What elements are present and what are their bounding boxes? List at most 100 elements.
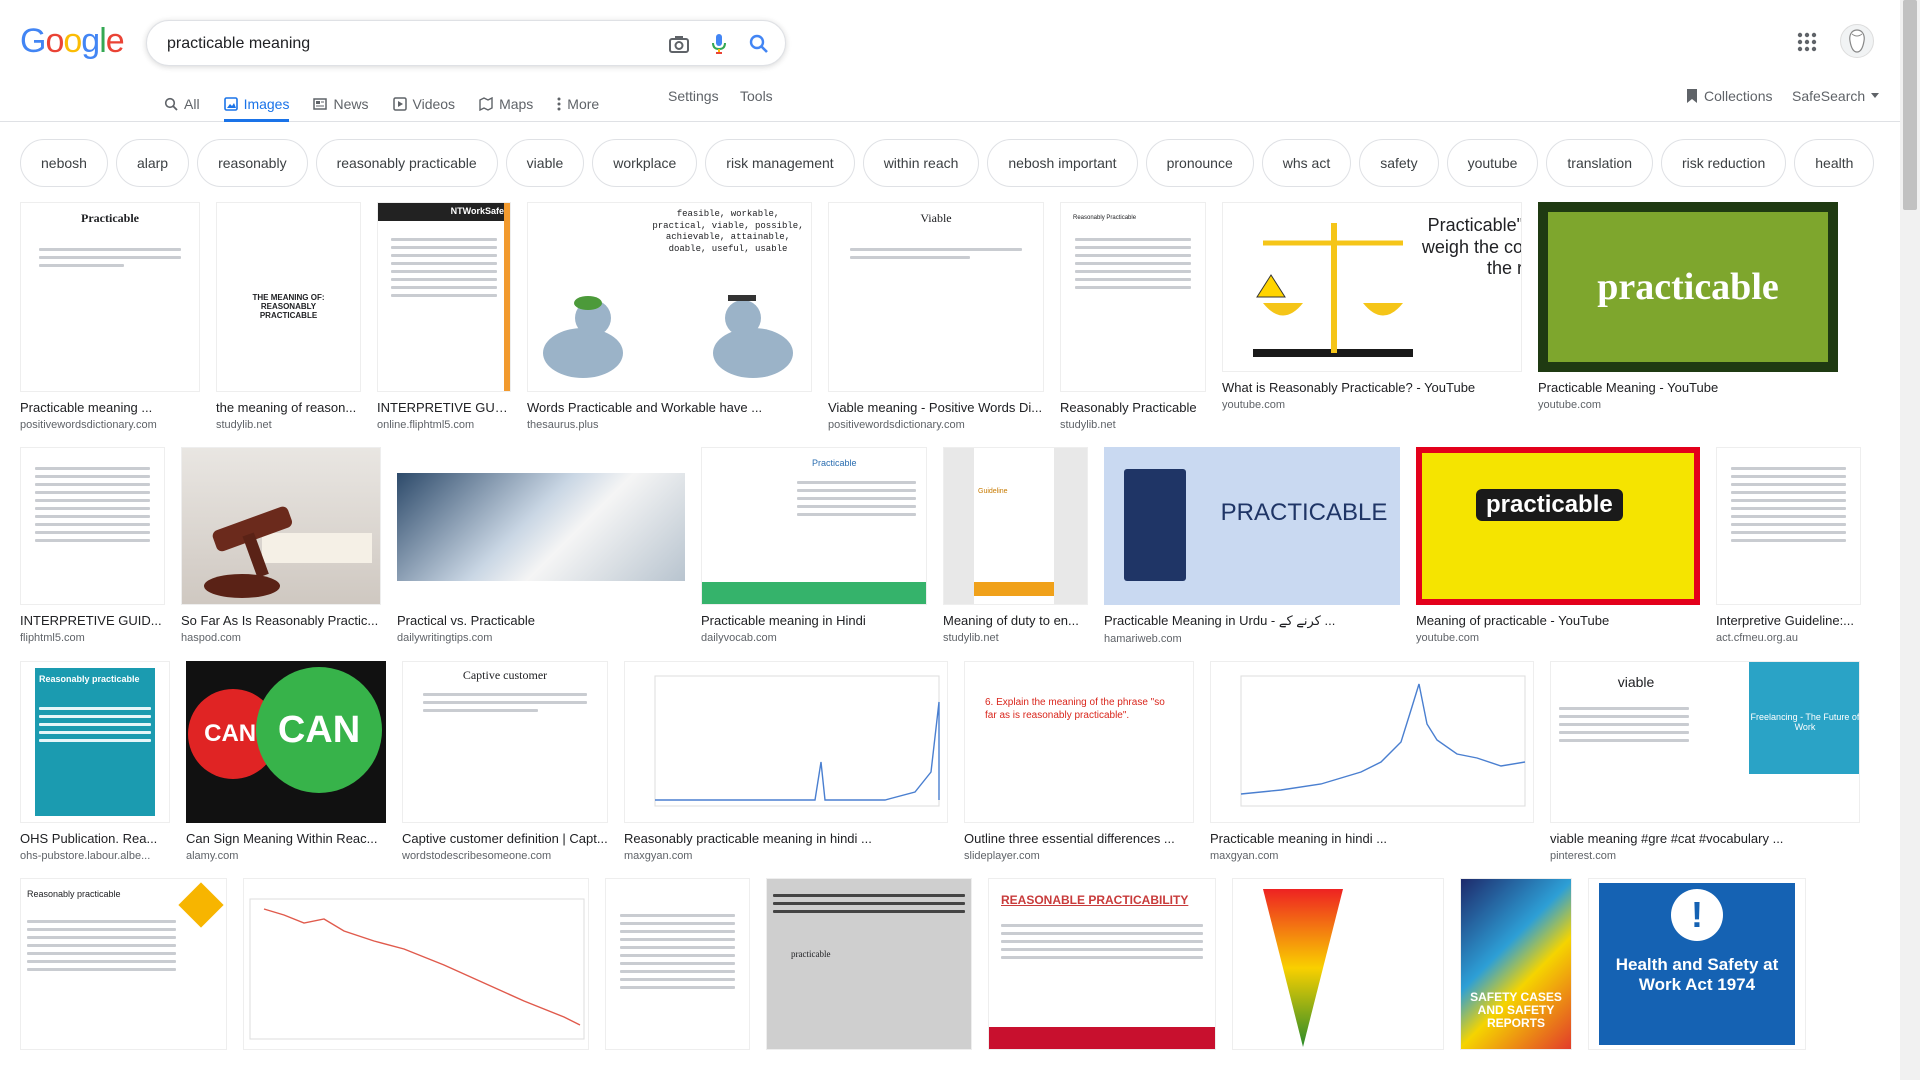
chip[interactable]: translation xyxy=(1546,139,1653,187)
tab-videos[interactable]: Videos xyxy=(392,88,455,120)
image-result[interactable]: viable Freelancing - The Future of Work … xyxy=(1550,661,1860,862)
chip[interactable]: nebosh important xyxy=(987,139,1138,187)
image-result[interactable]: Viable Viable meaning - Positive Words D… xyxy=(828,202,1044,431)
result-source[interactable]: youtube.com xyxy=(1538,399,1838,411)
result-thumbnail[interactable] xyxy=(605,878,750,1050)
image-result[interactable]: REASONABLE PRACTICABILITY xyxy=(988,878,1216,1050)
image-result[interactable]: Practicable Practicable meaning in Hindi… xyxy=(701,447,927,644)
result-thumbnail[interactable] xyxy=(1716,447,1861,605)
chip[interactable]: risk reduction xyxy=(1661,139,1787,187)
image-result[interactable]: practicable Practicable Meaning - YouTub… xyxy=(1538,202,1838,411)
chip[interactable]: reasonably practicable xyxy=(315,139,498,187)
chip[interactable]: reasonably xyxy=(197,139,308,187)
result-caption[interactable]: Practicable Meaning in Urdu - کرنے کے ..… xyxy=(1104,613,1400,629)
collections-link[interactable]: Collections xyxy=(1686,88,1772,104)
result-thumbnail[interactable]: feasible, workable, practical, viable, p… xyxy=(527,202,812,392)
image-result[interactable]: NTWorkSafe INTERPRETIVE GUID... online.f… xyxy=(377,202,511,431)
result-source[interactable]: studylib.net xyxy=(1060,419,1206,431)
chip[interactable]: whs act xyxy=(1261,139,1352,187)
result-caption[interactable]: the meaning of reason... xyxy=(216,400,361,415)
result-caption[interactable]: Outline three essential differences ... xyxy=(964,831,1194,846)
result-thumbnail[interactable]: Practicable xyxy=(20,202,200,392)
result-caption[interactable]: viable meaning #gre #cat #vocabulary ... xyxy=(1550,831,1860,846)
image-result[interactable]: Practical vs. Practicable dailywritingti… xyxy=(397,447,685,644)
result-source[interactable]: ohs-pubstore.labour.albe... xyxy=(20,850,170,862)
chip[interactable]: alarp xyxy=(115,139,190,187)
tab-images[interactable]: Images xyxy=(223,88,290,122)
result-thumbnail[interactable]: Guideline xyxy=(943,447,1088,605)
image-result[interactable]: Interpretive Guideline:... act.cfmeu.org… xyxy=(1716,447,1861,644)
tools-link[interactable]: Tools xyxy=(740,88,773,104)
image-result[interactable] xyxy=(605,878,750,1050)
result-caption[interactable]: Interpretive Guideline:... xyxy=(1716,613,1861,628)
result-caption[interactable]: Meaning of duty to en... xyxy=(943,613,1088,628)
result-caption[interactable]: Practicable meaning in Hindi xyxy=(701,613,927,628)
settings-link[interactable]: Settings xyxy=(668,88,719,104)
avatar[interactable] xyxy=(1840,24,1874,58)
result-source[interactable]: positivewordsdictionary.com xyxy=(20,419,200,431)
result-source[interactable]: youtube.com xyxy=(1416,632,1700,644)
result-thumbnail[interactable] xyxy=(397,447,685,605)
search-icon[interactable] xyxy=(747,32,771,56)
chip[interactable]: within reach xyxy=(862,139,980,187)
result-caption[interactable]: Practicable meaning ... xyxy=(20,400,200,415)
result-caption[interactable]: Practicable Meaning - YouTube xyxy=(1538,380,1838,395)
result-caption[interactable]: Words Practicable and Workable have ... xyxy=(527,400,812,415)
result-source[interactable]: dailyvocab.com xyxy=(701,632,927,644)
image-result[interactable]: Captive customer Captive customer defini… xyxy=(402,661,608,862)
result-caption[interactable]: Reasonably practicable meaning in hindi … xyxy=(624,831,948,846)
result-thumbnail[interactable]: Captive customer xyxy=(402,661,608,823)
result-thumbnail[interactable]: REASONABLE PRACTICABILITY xyxy=(988,878,1216,1050)
result-thumbnail[interactable]: NTWorkSafe xyxy=(377,202,511,392)
safesearch-dropdown[interactable]: SafeSearch xyxy=(1792,88,1880,104)
result-caption[interactable]: What is Reasonably Practicable? - YouTub… xyxy=(1222,380,1522,395)
result-caption[interactable]: Viable meaning - Positive Words Di... xyxy=(828,400,1044,415)
result-source[interactable]: online.fliphtml5.com xyxy=(377,419,511,431)
result-caption[interactable]: OHS Publication. Rea... xyxy=(20,831,170,846)
result-thumbnail[interactable] xyxy=(243,878,589,1050)
image-result[interactable]: THE MEANING OF: REASONABLY PRACTICABLE t… xyxy=(216,202,361,431)
result-source[interactable]: hamariweb.com xyxy=(1104,633,1400,645)
result-thumbnail[interactable]: Viable xyxy=(828,202,1044,392)
result-thumbnail[interactable]: PRACTICABLE xyxy=(1104,447,1400,605)
chip[interactable]: pronounce xyxy=(1145,139,1254,187)
result-caption[interactable]: Can Sign Meaning Within Reac... xyxy=(186,831,386,846)
tab-all[interactable]: All xyxy=(164,88,200,120)
result-source[interactable]: fliphtml5.com xyxy=(20,632,165,644)
result-caption[interactable]: Practical vs. Practicable xyxy=(397,613,685,628)
search-input[interactable] xyxy=(167,32,627,56)
microphone-icon[interactable] xyxy=(707,32,731,56)
result-thumbnail[interactable] xyxy=(1210,661,1534,823)
result-caption[interactable]: Meaning of practicable - YouTube xyxy=(1416,613,1700,628)
apps-grid-icon[interactable] xyxy=(1795,30,1819,54)
result-caption[interactable]: INTERPRETIVE GUID... xyxy=(20,613,165,628)
result-thumbnail[interactable]: THE MEANING OF: REASONABLY PRACTICABLE xyxy=(216,202,361,392)
result-thumbnail[interactable]: Reasonably practicable xyxy=(20,661,170,823)
result-thumbnail[interactable]: Reasonably practicable xyxy=(20,878,227,1050)
result-thumbnail[interactable]: practicable xyxy=(1538,202,1838,372)
chip[interactable]: youtube xyxy=(1446,139,1539,187)
result-caption[interactable]: Captive customer definition | Capt... xyxy=(402,831,608,846)
result-thumbnail[interactable] xyxy=(181,447,381,605)
result-thumbnail[interactable] xyxy=(1232,878,1444,1050)
result-source[interactable]: positivewordsdictionary.com xyxy=(828,419,1044,431)
camera-icon[interactable] xyxy=(667,32,691,56)
chip[interactable]: workplace xyxy=(592,139,698,187)
result-source[interactable]: studylib.net xyxy=(943,632,1088,644)
scrollbar-thumb[interactable] xyxy=(1903,0,1917,210)
image-result[interactable] xyxy=(1232,878,1444,1050)
result-source[interactable]: pinterest.com xyxy=(1550,850,1860,862)
image-result[interactable]: SAFETY CASES AND SAFETY REPORTS xyxy=(1460,878,1572,1050)
image-result[interactable]: practicable xyxy=(766,878,972,1050)
result-thumbnail[interactable]: Reasonably Practicable xyxy=(1060,202,1206,392)
chip[interactable]: risk management xyxy=(705,139,855,187)
image-result[interactable]: Practicable meaning in hindi ... maxgyan… xyxy=(1210,661,1534,862)
chip[interactable]: safety xyxy=(1359,139,1439,187)
image-result[interactable]: INTERPRETIVE GUID... fliphtml5.com xyxy=(20,447,165,644)
result-source[interactable]: slideplayer.com xyxy=(964,850,1194,862)
result-source[interactable]: alamy.com xyxy=(186,850,386,862)
result-thumbnail[interactable]: Practicable xyxy=(701,447,927,605)
result-caption[interactable]: INTERPRETIVE GUID... xyxy=(377,400,511,415)
tab-news[interactable]: News xyxy=(313,88,369,120)
result-thumbnail[interactable]: viable Freelancing - The Future of Work xyxy=(1550,661,1860,823)
